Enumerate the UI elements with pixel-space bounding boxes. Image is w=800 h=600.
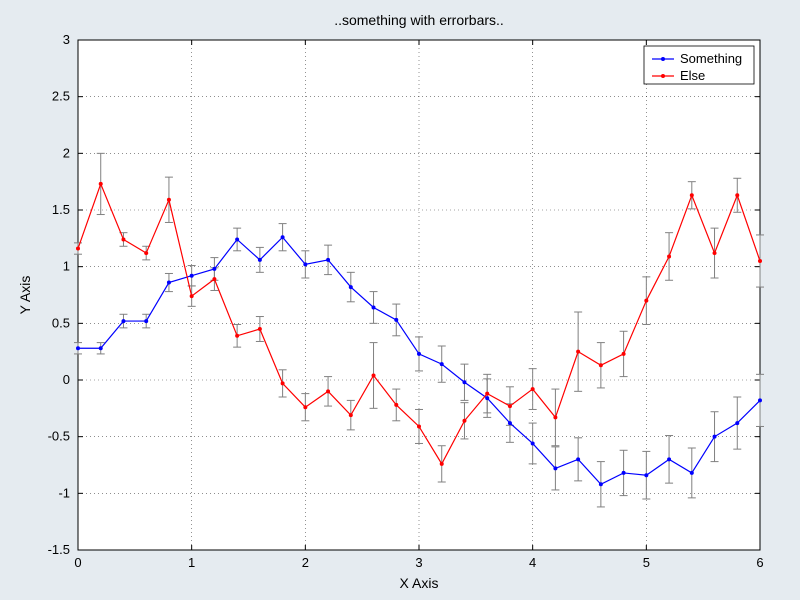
data-point xyxy=(76,247,80,251)
x-tick-label: 0 xyxy=(74,555,81,570)
legend-label: Else xyxy=(680,68,705,83)
data-point xyxy=(462,380,466,384)
x-tick-label: 1 xyxy=(188,555,195,570)
x-tick-label: 2 xyxy=(302,555,309,570)
data-point xyxy=(167,281,171,285)
data-point xyxy=(667,457,671,461)
data-point xyxy=(326,258,330,262)
data-point xyxy=(303,405,307,409)
data-point xyxy=(553,415,557,419)
y-tick-label: -1 xyxy=(58,485,70,500)
y-tick-label: -0.5 xyxy=(48,429,70,444)
data-point xyxy=(508,404,512,408)
data-point xyxy=(212,277,216,281)
chart-svg: 0 1 2 3 4 5 6 -1.5 -1 -0.5 0 0.5 1 1.5 2 2.5 3 ..somethin… xyxy=(0,0,800,600)
data-point xyxy=(394,318,398,322)
y-tick-label: 0 xyxy=(63,372,70,387)
data-point xyxy=(713,251,717,255)
data-point xyxy=(485,396,489,400)
data-point xyxy=(99,346,103,350)
data-point xyxy=(281,381,285,385)
x-tick-label: 5 xyxy=(643,555,650,570)
data-point xyxy=(462,419,466,423)
data-point xyxy=(690,193,694,197)
data-point xyxy=(576,457,580,461)
data-point xyxy=(235,334,239,338)
data-point xyxy=(394,403,398,407)
data-point xyxy=(531,441,535,445)
data-point xyxy=(144,251,148,255)
data-point xyxy=(735,421,739,425)
data-point xyxy=(349,285,353,289)
data-point xyxy=(553,466,557,470)
y-axis-label: Y Axis xyxy=(17,276,33,315)
data-point xyxy=(599,363,603,367)
data-point xyxy=(121,237,125,241)
data-point xyxy=(144,319,148,323)
data-point xyxy=(417,352,421,356)
y-tick-label: 0.5 xyxy=(52,315,70,330)
data-point xyxy=(531,387,535,391)
y-tick-label: 1 xyxy=(63,259,70,274)
data-point xyxy=(235,237,239,241)
x-tick-label: 4 xyxy=(529,555,536,570)
data-point xyxy=(667,254,671,258)
data-point xyxy=(735,193,739,197)
data-point xyxy=(99,182,103,186)
data-point xyxy=(440,362,444,366)
y-tick-label: 2.5 xyxy=(52,89,70,104)
data-point xyxy=(258,258,262,262)
y-tick-label: 1.5 xyxy=(52,202,70,217)
data-point xyxy=(326,389,330,393)
data-point xyxy=(303,262,307,266)
data-point xyxy=(372,373,376,377)
data-point xyxy=(508,421,512,425)
data-point xyxy=(258,327,262,331)
data-point xyxy=(485,392,489,396)
data-point xyxy=(190,294,194,298)
data-point xyxy=(121,319,125,323)
y-tick-label: 2 xyxy=(63,145,70,160)
data-point xyxy=(372,305,376,309)
data-point xyxy=(212,267,216,271)
legend-label: Something xyxy=(680,51,742,66)
y-tick-label: -1.5 xyxy=(48,542,70,557)
y-tick-label: 3 xyxy=(63,32,70,47)
data-point xyxy=(190,274,194,278)
data-point xyxy=(440,462,444,466)
x-tick-label: 3 xyxy=(415,555,422,570)
data-point xyxy=(599,482,603,486)
data-point xyxy=(622,471,626,475)
data-point xyxy=(417,424,421,428)
data-point xyxy=(758,259,762,263)
data-point xyxy=(349,413,353,417)
data-point xyxy=(758,398,762,402)
x-tick-label: 6 xyxy=(756,555,763,570)
chart-container: 0 1 2 3 4 5 6 -1.5 -1 -0.5 0 0.5 1 1.5 2 2.5 3 ..somethin… xyxy=(0,0,800,600)
chart-title: ..something with errorbars.. xyxy=(334,12,504,28)
x-axis-label: X Axis xyxy=(400,575,439,591)
data-point xyxy=(281,235,285,239)
data-point xyxy=(690,471,694,475)
data-point xyxy=(644,473,648,477)
data-point xyxy=(76,346,80,350)
data-point xyxy=(622,352,626,356)
data-point xyxy=(644,299,648,303)
data-point xyxy=(713,435,717,439)
data-point xyxy=(576,350,580,354)
data-point xyxy=(167,198,171,202)
